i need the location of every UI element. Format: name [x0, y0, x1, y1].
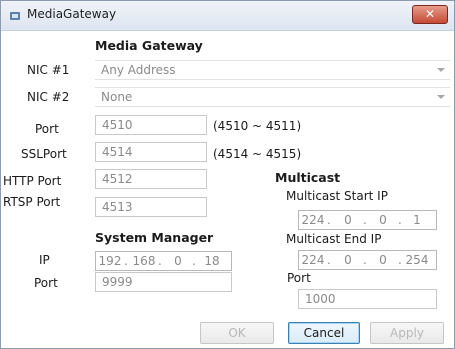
multicast-port-label: Port	[287, 271, 311, 285]
chevron-down-icon	[437, 95, 445, 99]
ip-dot: .	[327, 213, 331, 227]
ip-dot: .	[192, 254, 196, 268]
ip-octet: 168	[132, 254, 156, 268]
ip-octet: 224	[301, 213, 325, 227]
cancel-button[interactable]: Cancel	[288, 322, 360, 344]
apply-button[interactable]: Apply	[370, 322, 444, 344]
ip-octet: 0	[344, 213, 352, 227]
http-port-input[interactable]: 4512	[95, 169, 207, 189]
multicast-end-ip-input[interactable]: 224 . 0 . 0 . 254	[298, 250, 437, 270]
sm-port-input[interactable]: 9999	[95, 272, 232, 292]
sslport-label: SSLPort	[21, 147, 67, 161]
ok-button[interactable]: OK	[200, 322, 274, 344]
ip-octet: 0	[344, 253, 352, 267]
port-range: (4510 ~ 4511)	[213, 119, 302, 133]
multicast-port-input[interactable]: 1000	[298, 289, 437, 309]
ip-octet: 0	[379, 213, 387, 227]
ip-octet: 192	[98, 254, 122, 268]
title-bar: MediaGateway ✕	[1, 1, 454, 31]
port-input[interactable]: 4510	[95, 115, 207, 135]
ip-dot: .	[327, 253, 331, 267]
multicast-start-ip-label: Multicast Start IP	[286, 189, 388, 203]
media-gateway-window: MediaGateway ✕ Media Gateway NIC #1 Any …	[0, 0, 455, 349]
ip-octet: 18	[204, 254, 220, 268]
app-icon	[10, 12, 20, 20]
ip-octet: 0	[379, 253, 387, 267]
ip-octet: 1	[413, 213, 421, 227]
ip-dot: .	[363, 213, 367, 227]
multicast-heading: Multicast	[275, 170, 341, 185]
sslport-input[interactable]: 4514	[95, 142, 207, 162]
ip-octet: 224	[301, 253, 325, 267]
ip-dot: .	[158, 254, 162, 268]
sslport-range: (4514 ~ 4515)	[213, 147, 302, 161]
window-title: MediaGateway	[27, 7, 117, 21]
ip-octet: 254	[405, 253, 429, 267]
rtsp-port-label: RTSP Port	[3, 195, 61, 209]
ip-dot: .	[124, 254, 128, 268]
port-label: Port	[35, 122, 59, 136]
ip-dot: .	[398, 213, 402, 227]
rtsp-port-input[interactable]: 4513	[95, 197, 207, 217]
nic2-label: NIC #2	[27, 90, 70, 104]
sm-ip-label: IP	[39, 253, 50, 267]
nic1-select[interactable]: Any Address	[95, 60, 450, 80]
sm-port-label: Port	[34, 276, 58, 290]
media-gateway-heading: Media Gateway	[95, 38, 203, 53]
nic2-value: None	[101, 90, 133, 104]
ip-dot: .	[363, 253, 367, 267]
sm-ip-input[interactable]: 192 . 168 . 0 . 18	[95, 251, 232, 271]
http-port-label: HTTP Port	[3, 174, 62, 188]
ip-dot: .	[398, 253, 402, 267]
multicast-start-ip-input[interactable]: 224 . 0 . 0 . 1	[298, 210, 437, 230]
close-button[interactable]: ✕	[412, 5, 448, 24]
chevron-down-icon	[437, 68, 445, 72]
nic1-label: NIC #1	[27, 63, 70, 77]
multicast-end-ip-label: Multicast End IP	[286, 232, 382, 246]
nic1-value: Any Address	[101, 63, 176, 77]
nic2-select[interactable]: None	[95, 87, 450, 107]
ip-octet: 0	[174, 254, 182, 268]
system-manager-heading: System Manager	[95, 230, 214, 245]
